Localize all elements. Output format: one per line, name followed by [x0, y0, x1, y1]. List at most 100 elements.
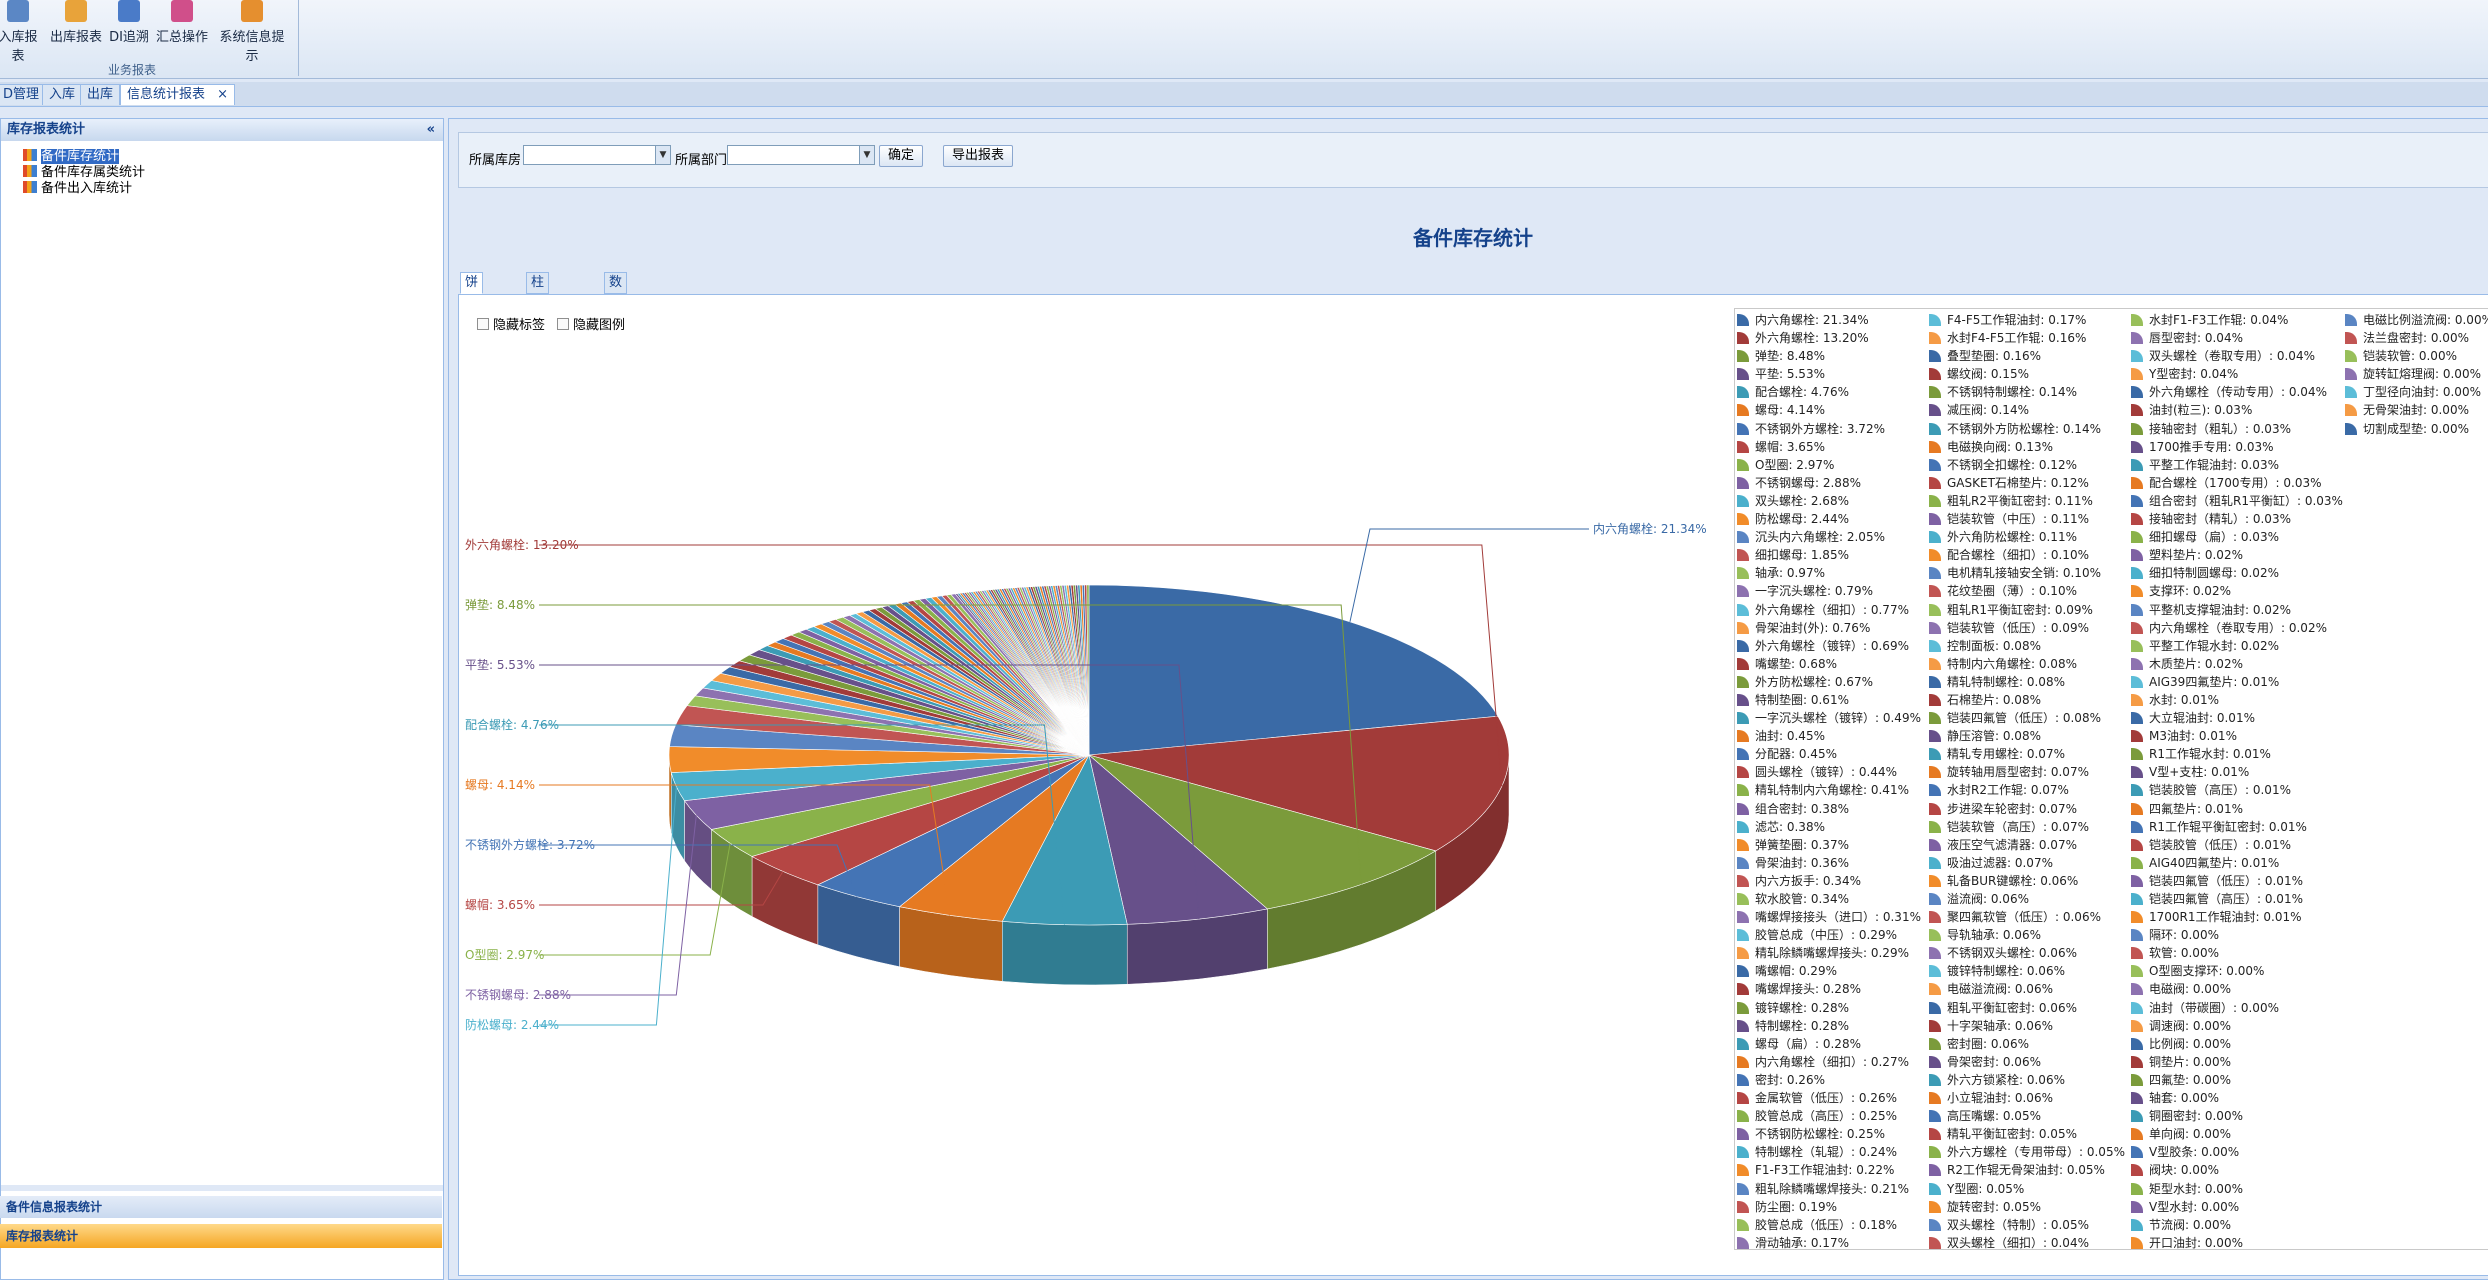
legend-item[interactable]: 圆头螺栓（镀锌）: 0.44%: [1737, 763, 1927, 781]
legend-item[interactable]: 特制内六角螺栓: 0.08%: [1929, 655, 2129, 673]
legend-item[interactable]: 水封: 0.01%: [2131, 691, 2341, 709]
legend-item[interactable]: 支撑环: 0.02%: [2131, 582, 2341, 600]
legend-item[interactable]: 步进梁车轮密封: 0.07%: [1929, 800, 2129, 818]
legend-item[interactable]: 精轧特制螺栓: 0.08%: [1929, 673, 2129, 691]
legend-item[interactable]: 一字沉头螺栓（镀锌）: 0.49%: [1737, 709, 1927, 727]
legend-item[interactable]: 隔环: 0.00%: [2131, 926, 2341, 944]
export-button[interactable]: 导出报表: [943, 145, 1014, 167]
legend-item[interactable]: 液压空气滤清器: 0.07%: [1929, 836, 2129, 854]
legend-item[interactable]: 不锈钢外方螺栓: 3.72%: [1737, 420, 1927, 438]
summary-button[interactable]: 汇总操作: [154, 0, 210, 50]
legend-item[interactable]: 平整工作辊油封: 0.03%: [2131, 456, 2341, 474]
legend-item[interactable]: 精轧除鳞嘴螺焊接头: 0.29%: [1737, 944, 1927, 962]
legend-item[interactable]: 软管: 0.00%: [2131, 944, 2341, 962]
legend-item[interactable]: 铜圈密封: 0.00%: [2131, 1107, 2341, 1125]
legend-item[interactable]: GASKET石棉垫片: 0.12%: [1929, 474, 2129, 492]
legend-item[interactable]: 石棉垫片: 0.08%: [1929, 691, 2129, 709]
legend-item[interactable]: 配合螺栓: 4.76%: [1737, 383, 1927, 401]
legend-item[interactable]: 接轴密封（精轧）: 0.03%: [2131, 510, 2341, 528]
legend-item[interactable]: 大立辊油封: 0.01%: [2131, 709, 2341, 727]
legend-item[interactable]: 胶管总成（高压）: 0.25%: [1737, 1107, 1927, 1125]
legend-item[interactable]: V型+支柱: 0.01%: [2131, 763, 2341, 781]
legend-item[interactable]: 不锈钢特制螺栓: 0.14%: [1929, 383, 2129, 401]
legend-item[interactable]: 高压嘴螺: 0.05%: [1929, 1107, 2129, 1125]
legend-item[interactable]: 聚四氟软管（低压）: 0.06%: [1929, 908, 2129, 926]
confirm-button[interactable]: 确定: [879, 145, 924, 167]
legend-item[interactable]: 调速阀: 0.00%: [2131, 1017, 2341, 1035]
system-notice-button[interactable]: 系统信息提示: [214, 0, 290, 64]
legend-item[interactable]: R2工作辊无骨架油封: 0.05%: [1929, 1161, 2129, 1179]
tab-outbound[interactable]: 出库: [80, 84, 121, 105]
legend-item[interactable]: 铜垫片: 0.00%: [2131, 1053, 2341, 1071]
legend-item[interactable]: 平整机支撑辊油封: 0.02%: [2131, 601, 2341, 619]
legend-item[interactable]: 平垫: 5.53%: [1737, 365, 1927, 383]
legend-item[interactable]: 四氟垫片: 0.01%: [2131, 800, 2341, 818]
tab-bar-chart[interactable]: 柱状图报表: [526, 272, 550, 370]
legend-item[interactable]: O型圈支撑环: 0.00%: [2131, 962, 2341, 980]
legend-item[interactable]: 四氟垫: 0.00%: [2131, 1071, 2341, 1089]
legend-item[interactable]: 骨架密封: 0.06%: [1929, 1053, 2129, 1071]
legend-item[interactable]: 无骨架油封: 0.00%: [2345, 401, 2488, 419]
legend-item[interactable]: 节流阀: 0.00%: [2131, 1216, 2341, 1234]
legend-item[interactable]: 油封(粒三): 0.03%: [2131, 401, 2341, 419]
legend-item[interactable]: AIG39四氟垫片: 0.01%: [2131, 673, 2341, 691]
legend-item[interactable]: 双头螺栓: 2.68%: [1737, 492, 1927, 510]
legend-item[interactable]: 外六方锁紧栓: 0.06%: [1929, 1071, 2129, 1089]
legend-item[interactable]: F4-F5工作辊油封: 0.17%: [1929, 311, 2129, 329]
legend-item[interactable]: 铠装四氟管（低压）: 0.08%: [1929, 709, 2129, 727]
legend-item[interactable]: 铠装软管（低压）: 0.09%: [1929, 619, 2129, 637]
legend-item[interactable]: M3油封: 0.01%: [2131, 727, 2341, 745]
accordion-stock-report[interactable]: 库存报表统计: [0, 1224, 442, 1248]
legend-item[interactable]: 组合密封（粗轧R1平衡缸）: 0.03%: [2131, 492, 2343, 510]
legend-item[interactable]: 电磁换向阀: 0.13%: [1929, 438, 2129, 456]
department-select[interactable]: ▼: [727, 145, 875, 165]
legend-item[interactable]: 水封F4-F5工作辊: 0.16%: [1929, 329, 2129, 347]
legend-item[interactable]: 比例阀: 0.00%: [2131, 1035, 2341, 1053]
legend-item[interactable]: 软水胶管: 0.34%: [1737, 890, 1927, 908]
legend-item[interactable]: 外六角螺栓（细扣）: 0.77%: [1737, 601, 1927, 619]
splitter-handle[interactable]: [1, 1185, 443, 1191]
legend-item[interactable]: 配合螺栓（细扣）: 0.10%: [1929, 546, 2129, 564]
tab-pie-chart[interactable]: 饼图报表: [460, 272, 484, 350]
legend-item[interactable]: 组合密封: 0.38%: [1737, 800, 1927, 818]
hide-legend-checkbox[interactable]: 隐藏图例: [557, 314, 625, 333]
legend-item[interactable]: 内六角螺栓: 21.34%: [1737, 311, 1927, 329]
legend-item[interactable]: 骨架油封: 0.36%: [1737, 854, 1927, 872]
legend-item[interactable]: 铠装软管（中压）: 0.11%: [1929, 510, 2129, 528]
legend-item[interactable]: 细扣螺母: 1.85%: [1737, 546, 1927, 564]
legend-item[interactable]: 外六方螺栓（专用带母）: 0.05%: [1929, 1143, 2129, 1161]
legend-item[interactable]: 电磁溢流阀: 0.06%: [1929, 980, 2129, 998]
legend-item[interactable]: 切割成型垫: 0.00%: [2345, 420, 2488, 438]
legend-item[interactable]: 防尘圈: 0.19%: [1737, 1198, 1927, 1216]
legend-item[interactable]: 电磁阀: 0.00%: [2131, 980, 2341, 998]
legend-item[interactable]: 导轨轴承: 0.06%: [1929, 926, 2129, 944]
legend-item[interactable]: 滑动轴承: 0.17%: [1737, 1234, 1927, 1249]
legend-item[interactable]: 胶管总成（中压）: 0.29%: [1737, 926, 1927, 944]
legend-item[interactable]: 胶管总成（低压）: 0.18%: [1737, 1216, 1927, 1234]
close-icon[interactable]: ×: [217, 87, 228, 102]
legend-item[interactable]: 减压阀: 0.14%: [1929, 401, 2129, 419]
legend-item[interactable]: 轧备BUR键螺栓: 0.06%: [1929, 872, 2129, 890]
legend-item[interactable]: 嘴螺帽: 0.29%: [1737, 962, 1927, 980]
legend-item[interactable]: 精轧特制内六角螺栓: 0.41%: [1737, 781, 1927, 799]
legend-item[interactable]: 1700R1工作辊油封: 0.01%: [2131, 908, 2341, 926]
legend-item[interactable]: 矩型水封: 0.00%: [2131, 1180, 2341, 1198]
legend-item[interactable]: 接轴密封（粗轧）: 0.03%: [2131, 420, 2341, 438]
legend-item[interactable]: 分配器: 0.45%: [1737, 745, 1927, 763]
legend-item[interactable]: 弹垫: 8.48%: [1737, 347, 1927, 365]
legend-item[interactable]: 外六角螺栓（镀锌）: 0.69%: [1737, 637, 1927, 655]
legend-item[interactable]: 油封: 0.45%: [1737, 727, 1927, 745]
legend-item[interactable]: 电机精轧接轴安全销: 0.10%: [1929, 564, 2129, 582]
legend-item[interactable]: 内六方扳手: 0.34%: [1737, 872, 1927, 890]
legend-item[interactable]: 螺纹阀: 0.15%: [1929, 365, 2129, 383]
accordion-parts-info[interactable]: 备件信息报表统计: [0, 1196, 442, 1218]
legend-item[interactable]: 镀锌特制螺栓: 0.06%: [1929, 962, 2129, 980]
legend-item[interactable]: 内六角螺栓（细扣）: 0.27%: [1737, 1053, 1927, 1071]
legend-item[interactable]: V型水封: 0.00%: [2131, 1198, 2341, 1216]
collapse-icon[interactable]: «: [427, 119, 435, 141]
legend-item[interactable]: 电磁比例溢流阀: 0.00%: [2345, 311, 2488, 329]
legend-item[interactable]: 粗轧平衡缸密封: 0.06%: [1929, 999, 2129, 1017]
legend-item[interactable]: 滤芯: 0.38%: [1737, 818, 1927, 836]
legend-item[interactable]: 嘴螺垫: 0.68%: [1737, 655, 1927, 673]
legend-item[interactable]: 轴承: 0.97%: [1737, 564, 1927, 582]
